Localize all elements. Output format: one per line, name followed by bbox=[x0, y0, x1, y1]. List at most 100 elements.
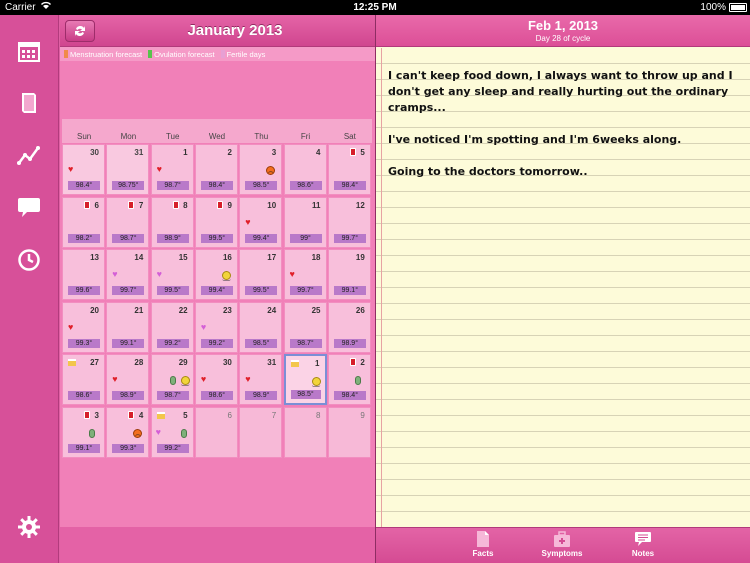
calendar-day-cell[interactable]: 30 ♥ 98.4° bbox=[62, 144, 105, 195]
tab-notes[interactable]: Notes bbox=[608, 530, 678, 562]
pad-icon bbox=[349, 358, 356, 366]
calendar-day-cell[interactable]: 29 ‿ 98.7° bbox=[150, 354, 194, 405]
notes-panel: Feb 1, 2013 Day 28 of cycle I can't keep… bbox=[376, 15, 750, 563]
calendar-day-cell[interactable]: 7 98.7° bbox=[106, 196, 150, 248]
calendar-day-cell[interactable]: 21 99.1° bbox=[106, 301, 150, 353]
status-bar: Carrier 12:25 PM 100% bbox=[0, 0, 750, 15]
sad-face-icon: ⌢ bbox=[133, 428, 143, 439]
pill-icon bbox=[169, 376, 176, 385]
day-number: 11 bbox=[312, 200, 321, 210]
calendar-day-cell[interactable]: 25 98.7° bbox=[283, 301, 327, 353]
calendar-day-cell[interactable]: 4 98.6° bbox=[283, 144, 327, 195]
calendar-day-cell[interactable]: 10 ♥ 99.4° bbox=[239, 196, 283, 248]
day-number: 5 bbox=[360, 148, 365, 157]
calendar-day-cell[interactable]: 26 98.9° bbox=[327, 301, 371, 353]
calendar-day-cell[interactable]: 19 99.1° bbox=[327, 249, 371, 300]
calendar-day-cell[interactable]: 13 99.6° bbox=[62, 249, 105, 300]
refresh-button[interactable] bbox=[65, 20, 95, 42]
temperature-value: 99.6° bbox=[68, 286, 100, 295]
temperature-value: 98.75° bbox=[112, 181, 145, 190]
tab-symptoms[interactable]: Symptoms bbox=[527, 530, 597, 562]
day-number: 2 bbox=[360, 358, 365, 367]
temperature-value: 98.4° bbox=[68, 181, 100, 190]
chart-line-icon[interactable] bbox=[14, 140, 44, 170]
day-number: 6 bbox=[227, 410, 232, 420]
tab-label: Notes bbox=[631, 549, 655, 558]
calendar-day-cell[interactable]: 22 99.2° bbox=[150, 301, 194, 353]
cake-icon bbox=[290, 360, 299, 367]
speech-bubble-icon[interactable] bbox=[14, 192, 44, 222]
temperature-value: 98.5° bbox=[245, 181, 278, 190]
calendar-day-cell[interactable]: 9 99.5° bbox=[194, 196, 238, 248]
calendar-day-cell[interactable]: 28 ♥ 98.9° bbox=[106, 354, 150, 405]
calendar-panel: January 2013 Menstruation forecast Ovulat… bbox=[60, 15, 375, 563]
calendar-header: January 2013 bbox=[60, 15, 375, 47]
temperature-value: 99.3° bbox=[112, 443, 145, 453]
calendar-day-cell[interactable]: 31 ♥ 98.9° bbox=[239, 354, 283, 405]
calendar-day-cell[interactable]: 20 ♥ 99.3° bbox=[62, 301, 105, 353]
gear-icon[interactable] bbox=[14, 512, 44, 542]
calendar-day-cell[interactable]: 4 ⌢ 99.3° bbox=[106, 406, 150, 458]
day-number: 15 bbox=[178, 253, 188, 262]
calendar-day-cell[interactable]: 3 ⌢ 98.5° bbox=[239, 144, 283, 195]
calendar-day-cell[interactable]: 17 99.5° bbox=[239, 249, 283, 300]
cycle-day: Day 28 of cycle bbox=[535, 34, 591, 43]
note-text[interactable]: I can't keep food down, I always want to… bbox=[388, 68, 744, 196]
temperature-value: 98.6° bbox=[200, 391, 233, 400]
calendar-day-cell[interactable]: 16 ‿ 99.4° bbox=[194, 249, 238, 300]
calendar-day-cell[interactable]: 31 98.75° bbox=[106, 144, 150, 195]
calendar-day-cell[interactable]: 30 ♥ 98.6° bbox=[194, 354, 238, 405]
day-number: 3 bbox=[94, 410, 99, 420]
clock-icon[interactable] bbox=[14, 245, 44, 275]
calendar-day-cell[interactable]: 12 99.7° bbox=[327, 196, 371, 248]
temperature-value: 99.7° bbox=[333, 233, 366, 243]
calendar-day-cell[interactable]: 2 98.4° bbox=[194, 144, 238, 195]
cake-icon bbox=[156, 411, 165, 419]
calendar-day-cell[interactable]: 1 ♥ 98.7° bbox=[150, 144, 194, 195]
temperature-value: 99.1° bbox=[112, 338, 145, 348]
smile-icon: ‿ bbox=[221, 271, 231, 281]
calendar-day-cell[interactable]: 11 99° bbox=[283, 196, 327, 248]
calendar-day-cell[interactable]: 8 bbox=[283, 406, 327, 458]
day-number: 26 bbox=[355, 305, 365, 315]
day-number: 27 bbox=[90, 358, 99, 367]
day-number: 7 bbox=[138, 200, 144, 210]
day-number: 8 bbox=[316, 410, 321, 420]
temperature-value: 98.7° bbox=[156, 391, 189, 400]
temperature-value: 99.2° bbox=[200, 338, 233, 348]
calendar-icon[interactable] bbox=[14, 36, 44, 66]
heart-icon: ♥ bbox=[155, 426, 161, 437]
heart-icon: ♥ bbox=[68, 164, 74, 174]
calendar-day-cell[interactable]: 24 98.5° bbox=[239, 301, 283, 353]
calendar-day-cell[interactable]: 15 ♥ 99.5° bbox=[150, 249, 194, 300]
calendar-day-cell[interactable]: 23 ♥ 99.2° bbox=[194, 301, 238, 353]
calendar-day-cell[interactable]: 7 bbox=[239, 406, 283, 458]
battery-percent: 100% bbox=[700, 2, 726, 13]
temperature-value: 99.3° bbox=[68, 338, 100, 348]
calendar-day-cell[interactable]: 9 bbox=[327, 406, 371, 458]
calendar-day-cell[interactable]: 6 98.2° bbox=[62, 196, 105, 248]
day-number: 2 bbox=[227, 148, 232, 157]
day-number: 7 bbox=[271, 410, 277, 420]
day-number: 25 bbox=[311, 305, 321, 315]
calendar-day-cell[interactable]: 18 ♥ 99.7° bbox=[283, 249, 327, 300]
temperature-value: 99.5° bbox=[245, 286, 278, 295]
calendar-day-cell[interactable]: 5 ♥ 99.2° bbox=[150, 406, 194, 458]
calendar-day-cell[interactable]: 1 ‿ 98.5° bbox=[283, 354, 327, 405]
calendar-day-cell[interactable]: 2 98.4° bbox=[327, 354, 371, 405]
calendar-day-cell[interactable]: 5 98.4° bbox=[327, 144, 371, 195]
tab-facts[interactable]: Facts bbox=[448, 530, 518, 562]
book-icon[interactable] bbox=[14, 88, 44, 118]
calendar-day-cell[interactable]: 27 98.6° bbox=[62, 354, 105, 405]
battery-icon bbox=[729, 3, 747, 12]
weekday-label: Tue bbox=[150, 119, 195, 143]
cake-icon bbox=[68, 359, 76, 366]
legend-item: Fertile days bbox=[220, 50, 265, 59]
paper-margin-line bbox=[381, 48, 382, 527]
calendar-day-cell[interactable]: 8 98.9° bbox=[150, 196, 194, 248]
day-number: 13 bbox=[90, 253, 99, 262]
calendar-day-cell[interactable]: 3 99.1° bbox=[62, 406, 105, 458]
pad-icon bbox=[349, 148, 356, 156]
calendar-day-cell[interactable]: 6 bbox=[194, 406, 238, 458]
calendar-day-cell[interactable]: 14 ♥ 99.7° bbox=[106, 249, 150, 300]
